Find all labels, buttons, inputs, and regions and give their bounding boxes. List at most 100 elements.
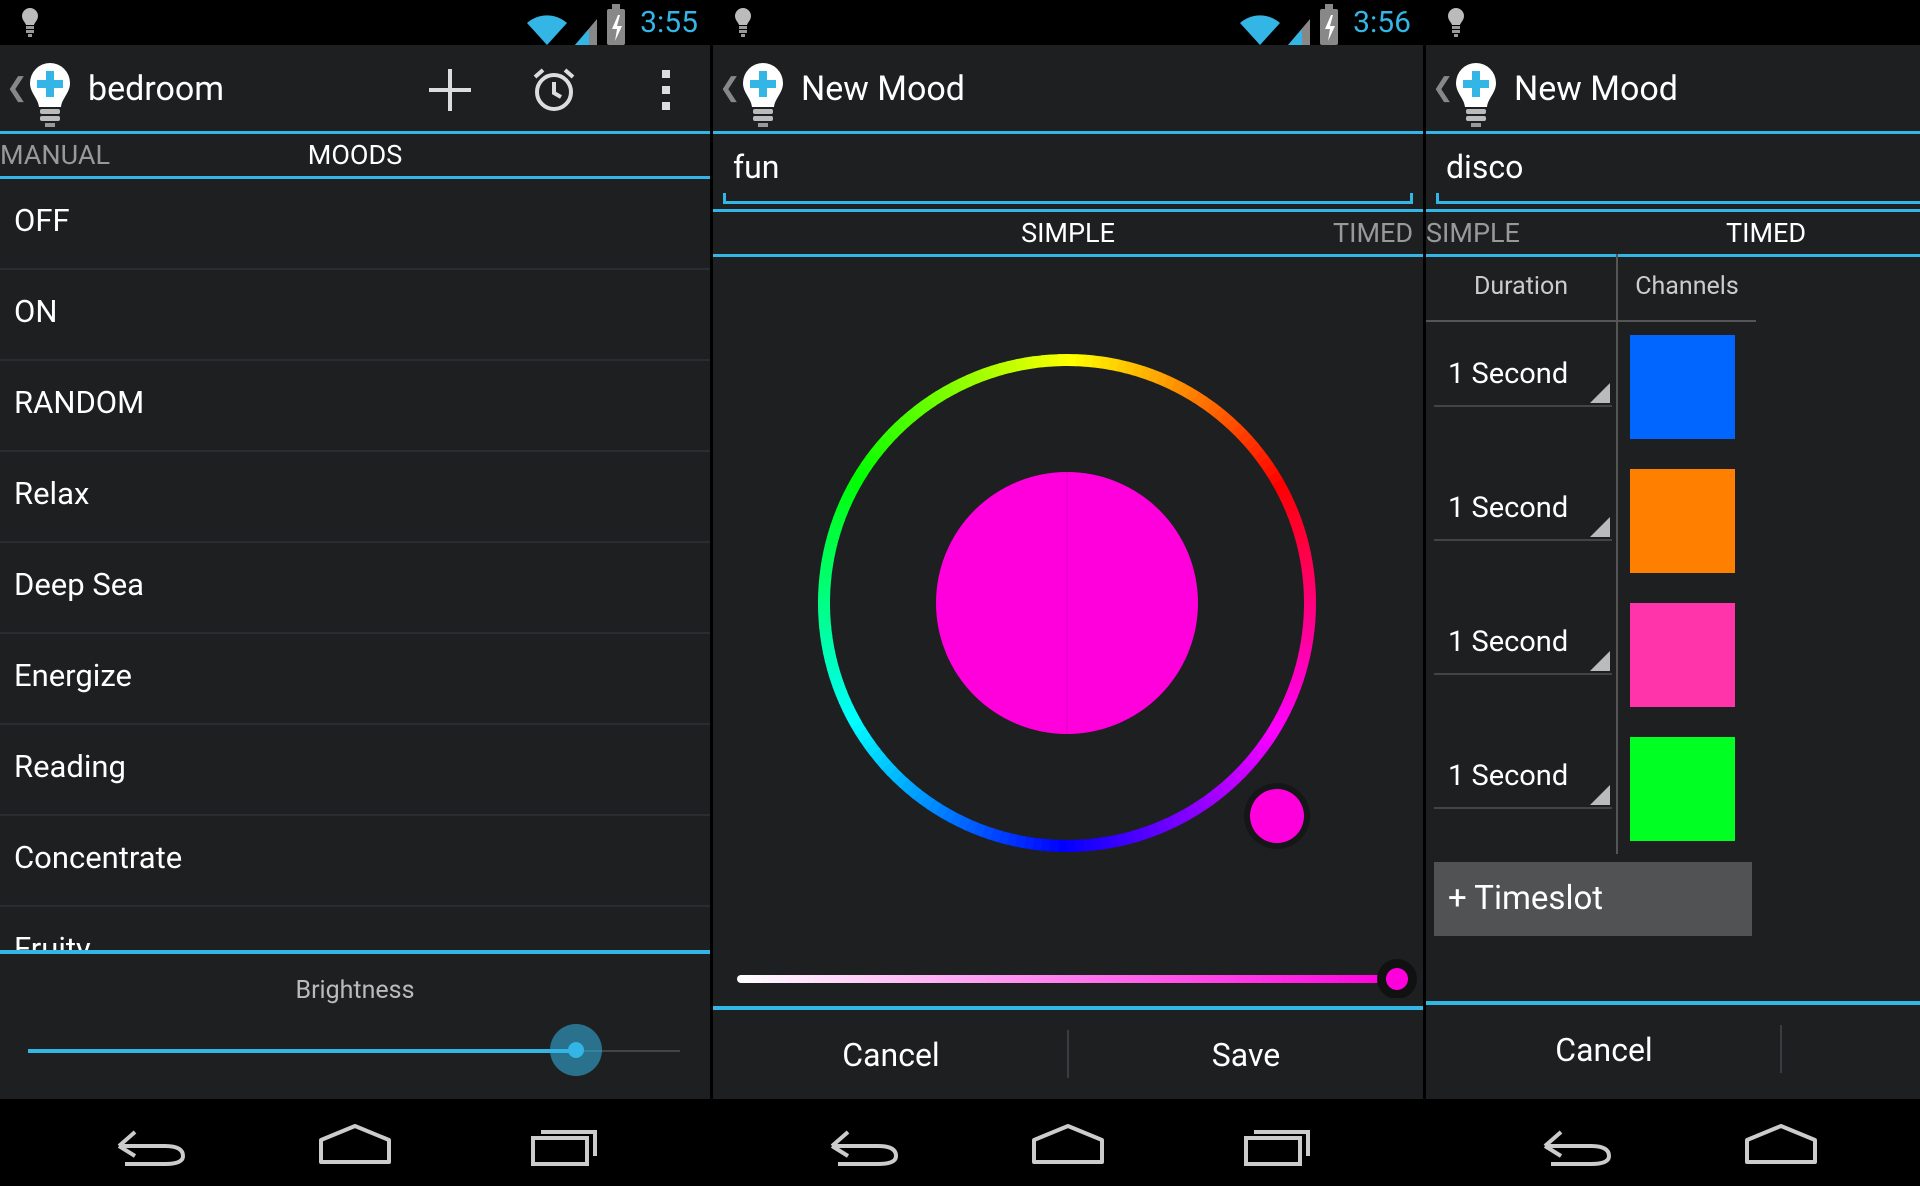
timeslot-table: Duration Channels 1 Second 1 Second 1 Se… [1426,254,1920,854]
tab-strip: SIMPLE TIMED [713,209,1423,257]
brightness-slider[interactable] [28,1024,680,1076]
tab-strip: MANUAL MOODS [0,134,710,179]
mood-item-relax[interactable]: Relax [0,451,710,543]
mood-item-deep-sea[interactable]: Deep Sea [0,542,710,634]
screen-new-mood-timed: ❮ New Mood disco SIMPLE TIMED Duration C… [1426,0,1920,1186]
mood-list[interactable]: OFF ON RANDOM Relax Deep Sea Energize Re… [0,178,710,952]
duration-select[interactable]: 1 Second [1434,327,1612,407]
back-icon [1543,1130,1611,1166]
mood-label: Reading [14,748,126,785]
mood-label: RANDOM [14,384,145,421]
duration-value: 1 Second [1448,357,1569,391]
alarm-button[interactable] [524,63,584,117]
duration-select[interactable]: 1 Second [1434,729,1612,809]
tab-manual[interactable]: MANUAL [0,134,122,176]
tab-timed[interactable]: TIMED [1333,212,1423,254]
app-bulb-icon[interactable] [741,61,785,129]
mood-label: Relax [14,475,90,512]
page-title: New Mood [1514,69,1678,109]
tab-simple[interactable]: SIMPLE [1426,212,1536,254]
recents-icon [531,1130,597,1166]
recents-icon [1244,1130,1310,1166]
tab-strip: SIMPLE TIMED [1426,209,1920,257]
wifi-signal-battery-icon [527,4,626,45]
mood-item-concentrate[interactable]: Concentrate [0,815,710,907]
up-caret-icon[interactable]: ❮ [6,73,28,103]
home-button[interactable] [1736,1117,1826,1167]
back-icon [117,1130,185,1166]
mood-name-input[interactable]: disco [1446,148,1523,186]
overflow-menu-icon [662,70,670,110]
mood-item-fruity[interactable]: Fruity [0,906,710,952]
action-bar: ❮ bedroom [0,45,710,134]
mood-label: OFF [14,202,70,239]
recents-button[interactable] [1231,1117,1321,1167]
cancel-button[interactable]: Cancel [713,1010,1069,1100]
duration-select[interactable]: 1 Second [1434,461,1612,541]
bulb-icon [735,8,751,37]
cancel-button[interactable]: Cancel [1426,1005,1782,1095]
hue-thumb[interactable] [1250,789,1304,843]
back-button[interactable] [102,1117,192,1167]
status-bar [1426,0,1920,45]
brightness-thumb[interactable] [549,1024,602,1076]
status-bar: 3:56 [713,0,1423,45]
button-bar: Cancel [1426,1001,1920,1095]
channel-color-swatch[interactable] [1630,603,1735,707]
home-button[interactable] [310,1117,400,1167]
column-divider [1616,254,1618,854]
home-button[interactable] [1023,1117,1113,1167]
mood-item-reading[interactable]: Reading [0,724,710,816]
recents-button[interactable] [518,1117,608,1167]
mood-item-on[interactable]: ON [0,269,710,361]
overflow-menu-button[interactable] [636,63,696,117]
channel-color-swatch[interactable] [1630,335,1735,439]
tab-moods[interactable]: MOODS [270,134,440,176]
back-icon [830,1130,898,1166]
duration-value: 1 Second [1448,491,1569,525]
action-bar: ❮ New Mood [1426,45,1920,134]
mood-name-underline [1436,193,1920,204]
saturation-slider[interactable] [737,975,1387,983]
nav-bar [0,1099,710,1186]
button-divider [1780,1025,1782,1073]
home-icon [1032,1124,1104,1164]
save-button[interactable]: Save [1069,1010,1423,1100]
app-bulb-icon[interactable] [28,61,72,129]
up-caret-icon[interactable]: ❮ [1432,73,1454,103]
back-button[interactable] [1528,1117,1618,1167]
status-time: 3:55 [640,4,698,40]
channel-color-swatch[interactable] [1630,469,1735,573]
tab-timed[interactable]: TIMED [1726,212,1896,254]
color-picker[interactable] [713,258,1423,998]
screen-new-mood-simple: 3:56 ❮ New Mood fun SIMPLE TIMED Cancel … [713,0,1423,1186]
add-timeslot-button[interactable]: + Timeslot [1434,862,1752,936]
duration-value: 1 Second [1448,625,1569,659]
bulb-icon [1448,8,1464,37]
up-caret-icon[interactable]: ❮ [719,73,741,103]
channels-header: Channels [1618,254,1756,322]
duration-value: 1 Second [1448,759,1569,793]
mood-item-energize[interactable]: Energize [0,633,710,725]
mood-label: Concentrate [14,839,183,876]
status-time: 3:56 [1353,4,1411,40]
mood-label: Deep Sea [14,566,145,603]
channel-color-swatch[interactable] [1630,737,1735,841]
duration-select[interactable]: 1 Second [1434,595,1612,675]
back-button[interactable] [815,1117,905,1167]
mood-item-random[interactable]: RANDOM [0,360,710,452]
button-bar: Cancel Save [713,1006,1423,1100]
mood-name-underline [723,193,1413,204]
mood-name-input[interactable]: fun [733,148,779,186]
add-icon [429,69,471,111]
home-icon [1745,1124,1817,1164]
page-title: New Mood [801,69,965,109]
mood-label: Energize [14,657,132,694]
add-button[interactable] [420,63,480,117]
brightness-fill [28,1049,576,1053]
action-bar: ❮ New Mood [713,45,1423,134]
app-bulb-icon[interactable] [1454,61,1498,129]
tab-simple[interactable]: SIMPLE [983,212,1153,254]
mood-item-off[interactable]: OFF [0,178,710,270]
saturation-thumb[interactable] [1386,968,1408,990]
